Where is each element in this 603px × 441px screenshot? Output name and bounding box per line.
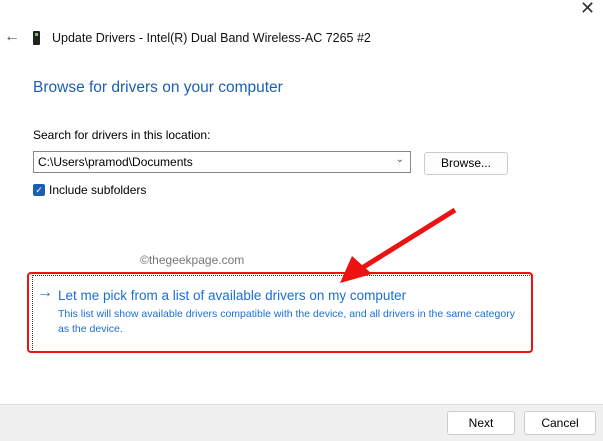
annotation-arrow-icon (340, 207, 457, 283)
cancel-button[interactable]: Cancel (524, 411, 596, 435)
next-button[interactable]: Next (447, 411, 515, 435)
